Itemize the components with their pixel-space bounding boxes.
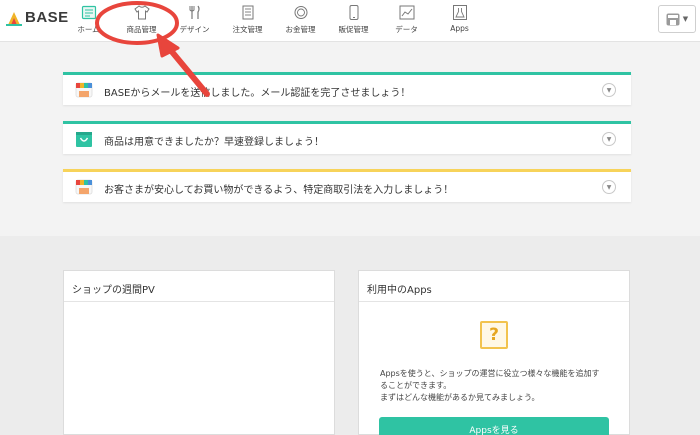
nav-item-design[interactable]: デザイン [168, 0, 221, 42]
tshirt-icon [133, 5, 150, 20]
chart-icon [399, 5, 414, 20]
nav-label-promotion: 販促管理 [338, 25, 369, 34]
nav-item-orders[interactable]: 注文管理 [221, 0, 274, 42]
nav-label-home: ホーム [77, 25, 100, 34]
nav-label-orders: 注文管理 [232, 25, 263, 34]
store-menu-button[interactable]: ▼ [658, 5, 696, 33]
nav-item-data[interactable]: データ [380, 0, 433, 42]
flask-icon [452, 5, 467, 20]
utensils-icon [189, 5, 200, 19]
alert-toggle-button[interactable]: ▼ [602, 132, 616, 146]
coin-icon [294, 6, 307, 19]
alert-text: BASEからメールを送信しました。メール認証を完了させましょう！ [104, 88, 411, 99]
view-apps-button[interactable]: Appsを見る [379, 417, 609, 435]
nav-item-products[interactable]: 商品管理 [115, 0, 168, 42]
top-header: BASE ホーム 商品管理 デザイン 注文管理 お金管理 販促管理 データ Ap… [0, 0, 700, 42]
alert-toggle-button[interactable]: ▼ [602, 83, 616, 97]
main-nav: ホーム 商品管理 デザイン 注文管理 お金管理 販促管理 データ Apps [62, 0, 486, 42]
alert-text: お客さまが安心してお買い物ができるよう、特定商取引法を入力しましょう！ [104, 185, 454, 196]
alert-toggle-button[interactable]: ▼ [602, 180, 616, 194]
store-icon [666, 13, 680, 25]
logo-mark-icon [6, 11, 22, 26]
apps-description: Appsを使うと、ショップの運営に役立つ様々な機能を追加す ることができます。 … [380, 368, 620, 404]
document-icon [242, 5, 253, 20]
panel-title-apps: 利用中のApps [367, 285, 432, 296]
apps-desc-line: ることができます。 [380, 381, 452, 390]
panel-divider [359, 301, 629, 302]
nav-item-apps[interactable]: Apps [433, 0, 486, 42]
nav-label-money: お金管理 [285, 25, 316, 34]
store-icon [75, 82, 93, 98]
chevron-down-icon: ▼ [606, 183, 612, 191]
panel-divider [64, 301, 334, 302]
apps-panel: 利用中のApps ? Appsを使うと、ショップの運営に役立つ様々な機能を追加す… [358, 270, 630, 435]
nav-item-money[interactable]: お金管理 [274, 0, 327, 42]
apps-desc-line: Appsを使うと、ショップの運営に役立つ様々な機能を追加す [380, 369, 600, 378]
weekly-pv-panel: ショップの週間PV [63, 270, 335, 435]
alert-text: 商品は用意できましたか？早速登録しましょう！ [104, 137, 324, 148]
chevron-down-icon: ▼ [606, 135, 612, 143]
apps-desc-line: まずはどんな機能があるか見てみましょう。 [380, 393, 540, 402]
nav-label-apps: Apps [450, 24, 469, 33]
alert-email-verification[interactable]: BASEからメールを送信しました。メール認証を完了させましょう！ ▼ [63, 72, 631, 105]
nav-item-home[interactable]: ホーム [62, 0, 115, 42]
nav-item-promotion[interactable]: 販促管理 [327, 0, 380, 42]
base-logo[interactable]: BASE [6, 9, 69, 26]
question-icon: ? [480, 321, 508, 349]
home-icon [81, 5, 96, 20]
phone-icon [349, 5, 358, 20]
chevron-down-icon: ▼ [606, 86, 612, 94]
nav-label-data: データ [395, 25, 418, 34]
chevron-down-icon: ▼ [682, 15, 689, 23]
shopping-bag-icon [76, 132, 92, 147]
panel-title-pv: ショップの週間PV [72, 285, 155, 296]
nav-label-design: デザイン [179, 25, 210, 34]
store-icon [75, 179, 93, 195]
nav-label-products: 商品管理 [126, 25, 157, 34]
alert-register-product[interactable]: 商品は用意できましたか？早速登録しましょう！ ▼ [63, 121, 631, 154]
alert-commerce-law[interactable]: お客さまが安心してお買い物ができるよう、特定商取引法を入力しましょう！ ▼ [63, 169, 631, 202]
